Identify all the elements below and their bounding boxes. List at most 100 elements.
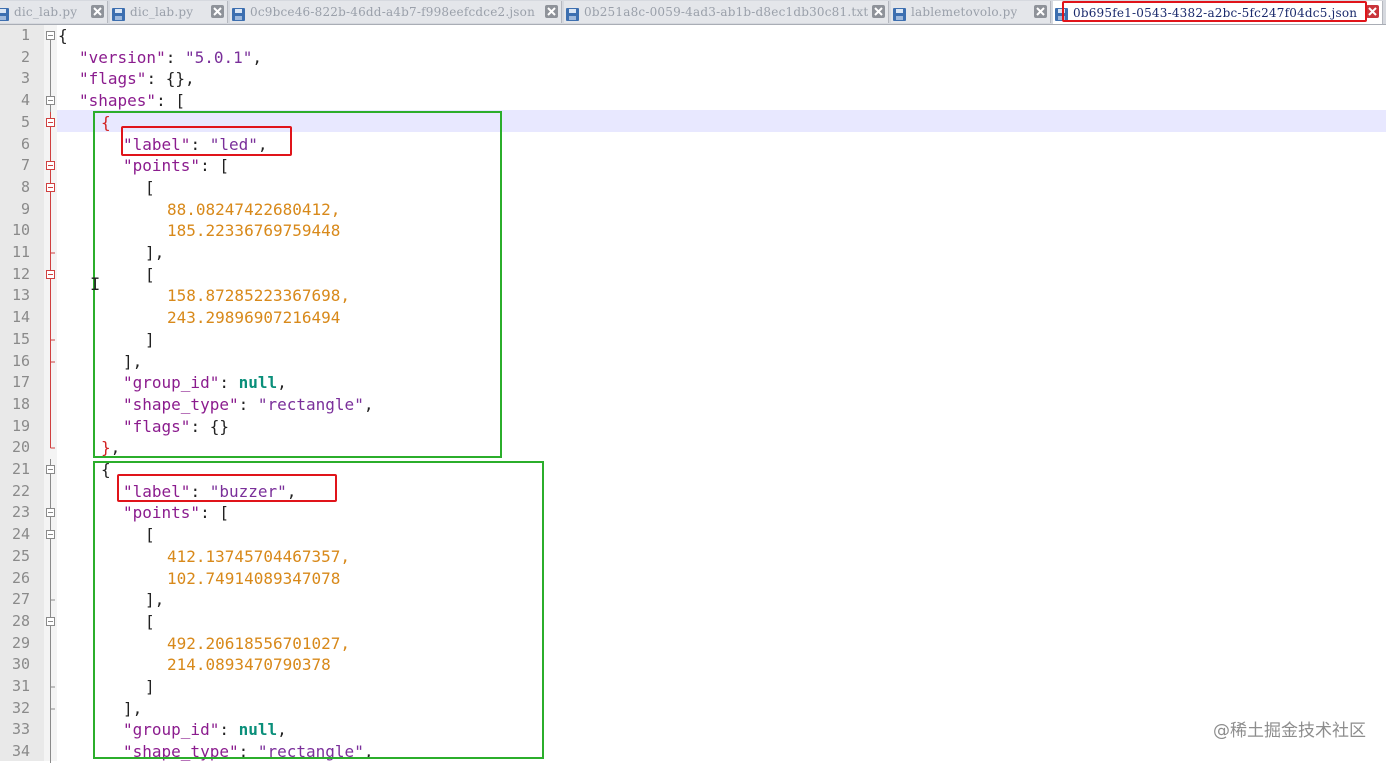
line-number: 34 [11, 742, 30, 761]
line-number: 18 [11, 394, 30, 413]
fold-toggle-icon[interactable] [44, 176, 57, 199]
code-line-1: { [58, 26, 68, 45]
line-number: 20 [11, 438, 30, 457]
tab-label: 0c9bce46-822b-46dd-a4b7-f998eefcdce2.jso… [250, 5, 536, 19]
fold-line-icon [50, 68, 51, 91]
save-file-icon [232, 6, 245, 21]
fold-line-icon [50, 415, 51, 438]
fold-line-icon [50, 589, 55, 612]
active-tab-highlight-box [1062, 1, 1367, 22]
fold-line-icon [50, 285, 51, 308]
line-number: 16 [11, 351, 30, 370]
fold-line-icon [50, 697, 55, 720]
code-line-3: "flags": {}, [79, 69, 195, 89]
save-file-icon [0, 6, 9, 21]
line-number: 27 [11, 590, 30, 609]
line-number: 22 [11, 481, 30, 500]
line-number: 13 [11, 286, 30, 305]
close-tab-icon[interactable] [872, 5, 885, 18]
fold-toggle-icon[interactable] [44, 610, 57, 633]
tab-label: 0b251a8c-0059-4ad3-ab1b-d8ec1db30c81.txt [584, 5, 869, 19]
line-number: 19 [11, 416, 30, 435]
fold-toggle-icon[interactable] [44, 90, 57, 113]
fold-toggle-icon[interactable] [44, 502, 57, 525]
fold-toggle-icon[interactable] [44, 155, 57, 178]
line-number: 21 [11, 460, 30, 478]
close-tab-icon[interactable] [91, 5, 104, 18]
save-file-icon [893, 6, 906, 21]
fold-line-icon [50, 133, 51, 156]
fold-line-icon [50, 480, 51, 503]
line-number: 28 [11, 611, 30, 630]
line-number-gutter: 1 2 3 4 5 6 7 8 9 10 11 12 13 14 15 16 17 18 19 20 21 22 23 24 2… [0, 25, 45, 761]
fold-line-icon [50, 328, 55, 351]
tab-lablemetovolo-py[interactable]: lablemetovolo.py [891, 1, 1051, 23]
close-tab-icon[interactable] [1366, 5, 1379, 18]
line-number: 7 [20, 156, 30, 175]
line-number: 6 [20, 134, 30, 153]
line-number: 12 [11, 264, 30, 283]
tab-dic-lab-py-2[interactable]: dic_lab.py [110, 1, 228, 23]
fold-line-icon [50, 741, 51, 763]
fold-toggle-icon[interactable] [44, 25, 57, 47]
line-number: 14 [11, 308, 30, 327]
tab-label: lablemetovolo.py [911, 5, 1018, 19]
line-number: 23 [11, 503, 30, 522]
fold-toggle-icon[interactable] [44, 459, 57, 481]
line-number: 1 [20, 26, 30, 44]
line-number: 32 [11, 698, 30, 717]
fold-line-icon [50, 676, 55, 698]
fold-line-icon [50, 198, 51, 221]
tab-dic-lab-py-1[interactable]: dic_lab.py [0, 1, 108, 23]
fold-line-icon [50, 372, 51, 395]
fold-line-icon [50, 307, 51, 330]
close-tab-icon[interactable] [211, 5, 224, 18]
close-tab-icon[interactable] [545, 5, 558, 18]
line-number: 10 [11, 221, 30, 240]
line-number: 31 [11, 677, 30, 695]
buzzer-shape-highlight-box [93, 461, 544, 759]
fold-line-icon [50, 350, 55, 373]
fold-toggle-icon[interactable] [44, 524, 57, 547]
text-cursor-ibeam-icon: I [90, 275, 101, 295]
line-number: 11 [11, 243, 30, 261]
fold-line-icon [50, 632, 51, 655]
line-number: 9 [20, 199, 30, 218]
line-number: 24 [11, 525, 30, 544]
fold-toggle-icon[interactable] [44, 263, 57, 286]
tab-label: dic_lab.py [130, 5, 194, 19]
tab-txt-0b251a8c[interactable]: 0b251a8c-0059-4ad3-ab1b-d8ec1db30c81.txt [564, 1, 889, 23]
buzzer-label-highlight-box [117, 474, 337, 502]
code-line-2: "version": "5.0.1", [79, 47, 263, 67]
line-number: 25 [11, 546, 30, 565]
led-shape-highlight-box [93, 111, 502, 458]
line-number: 26 [11, 568, 30, 587]
line-number: 17 [11, 373, 30, 392]
fold-line-icon [50, 567, 51, 590]
save-file-icon [566, 6, 579, 21]
line-number: 3 [20, 69, 30, 88]
tab-label: dic_lab.py [14, 5, 78, 19]
line-number: 8 [20, 177, 30, 196]
fold-toggle-icon[interactable] [44, 111, 57, 134]
fold-line-icon [50, 719, 51, 742]
line-number: 29 [11, 633, 30, 652]
fold-line-icon [50, 46, 51, 69]
line-number: 2 [20, 47, 30, 66]
tab-json-0c9bce46[interactable]: 0c9bce46-822b-46dd-a4b7-f998eefcdce2.jso… [230, 1, 562, 23]
fold-line-icon [50, 654, 51, 677]
fold-line-icon [50, 393, 51, 416]
led-label-highlight-box [121, 126, 292, 156]
fold-line-icon [50, 220, 51, 243]
code-line-4: "shapes": [ [79, 91, 185, 111]
fold-line-icon [50, 437, 55, 449]
line-number: 33 [11, 720, 30, 739]
save-file-icon [112, 6, 125, 21]
fold-margin [44, 25, 57, 763]
line-number: 5 [20, 112, 30, 131]
close-tab-icon[interactable] [1034, 5, 1047, 18]
fold-line-icon [50, 242, 55, 264]
watermark: @稀土掘金技术社区 [1213, 721, 1366, 741]
line-number: 30 [11, 655, 30, 674]
line-number: 4 [20, 91, 30, 110]
